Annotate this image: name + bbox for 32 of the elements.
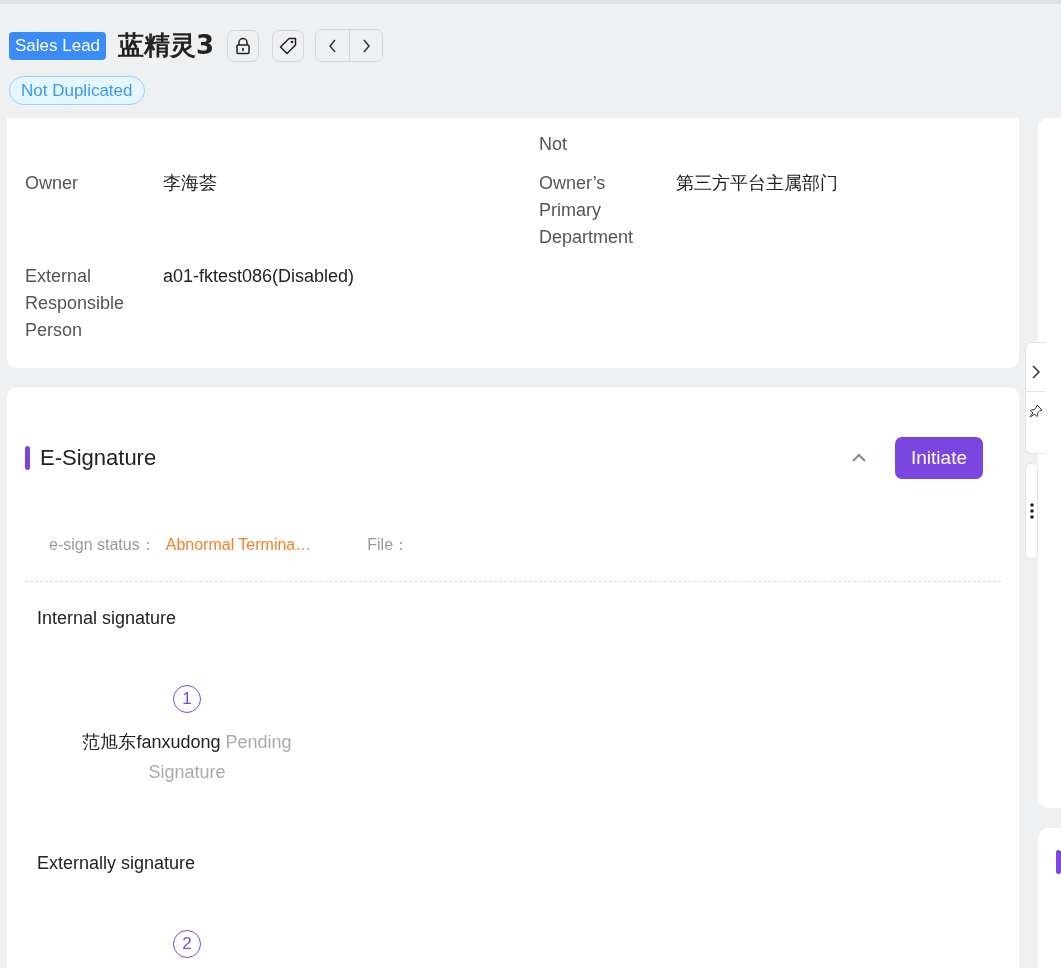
next-button[interactable] [349,30,383,61]
pin-icon[interactable] [1029,404,1043,418]
signer-info: 范旭东fanxudong Pending Signature [81,731,293,784]
signature-group-title: Internal signature [37,608,178,629]
field-label: Not [539,133,568,156]
status-label: e-sign status： [49,535,156,555]
section-marker [1056,850,1061,874]
field-value: a01-fktest086(Disabled) [163,266,355,286]
field-label: Owner’s Primary Department [539,172,635,249]
field-label: External Responsible Person [25,265,126,342]
record-type-badge: Sales Lead [9,31,107,60]
status-value: Abnormal Termina… [165,535,312,555]
chevron-left-icon [326,37,339,54]
section-marker [25,446,30,470]
lock-icon [234,36,253,55]
collapse-icon[interactable] [851,452,867,464]
chevron-right-icon [360,37,373,54]
more-icon [1029,503,1034,519]
lock-button[interactable] [227,29,260,62]
chevron-right-icon[interactable] [1030,363,1042,381]
tag-icon [278,35,299,56]
field-value: 第三方平台主属部门 [676,173,838,193]
field-value: 李海荟 [163,173,217,193]
record-title: 蓝精灵3 [118,29,215,62]
more-tab[interactable] [1025,463,1038,559]
file-label: File： [367,535,410,555]
duplicate-status-tag: Not Duplicated [9,76,145,105]
field-label: Owner [25,172,79,195]
initiate-button[interactable]: Initiate [895,437,983,479]
tag-button[interactable] [272,29,305,62]
signature-group-title: Externally signature [37,853,197,874]
section-title: E-Signature [40,445,157,471]
